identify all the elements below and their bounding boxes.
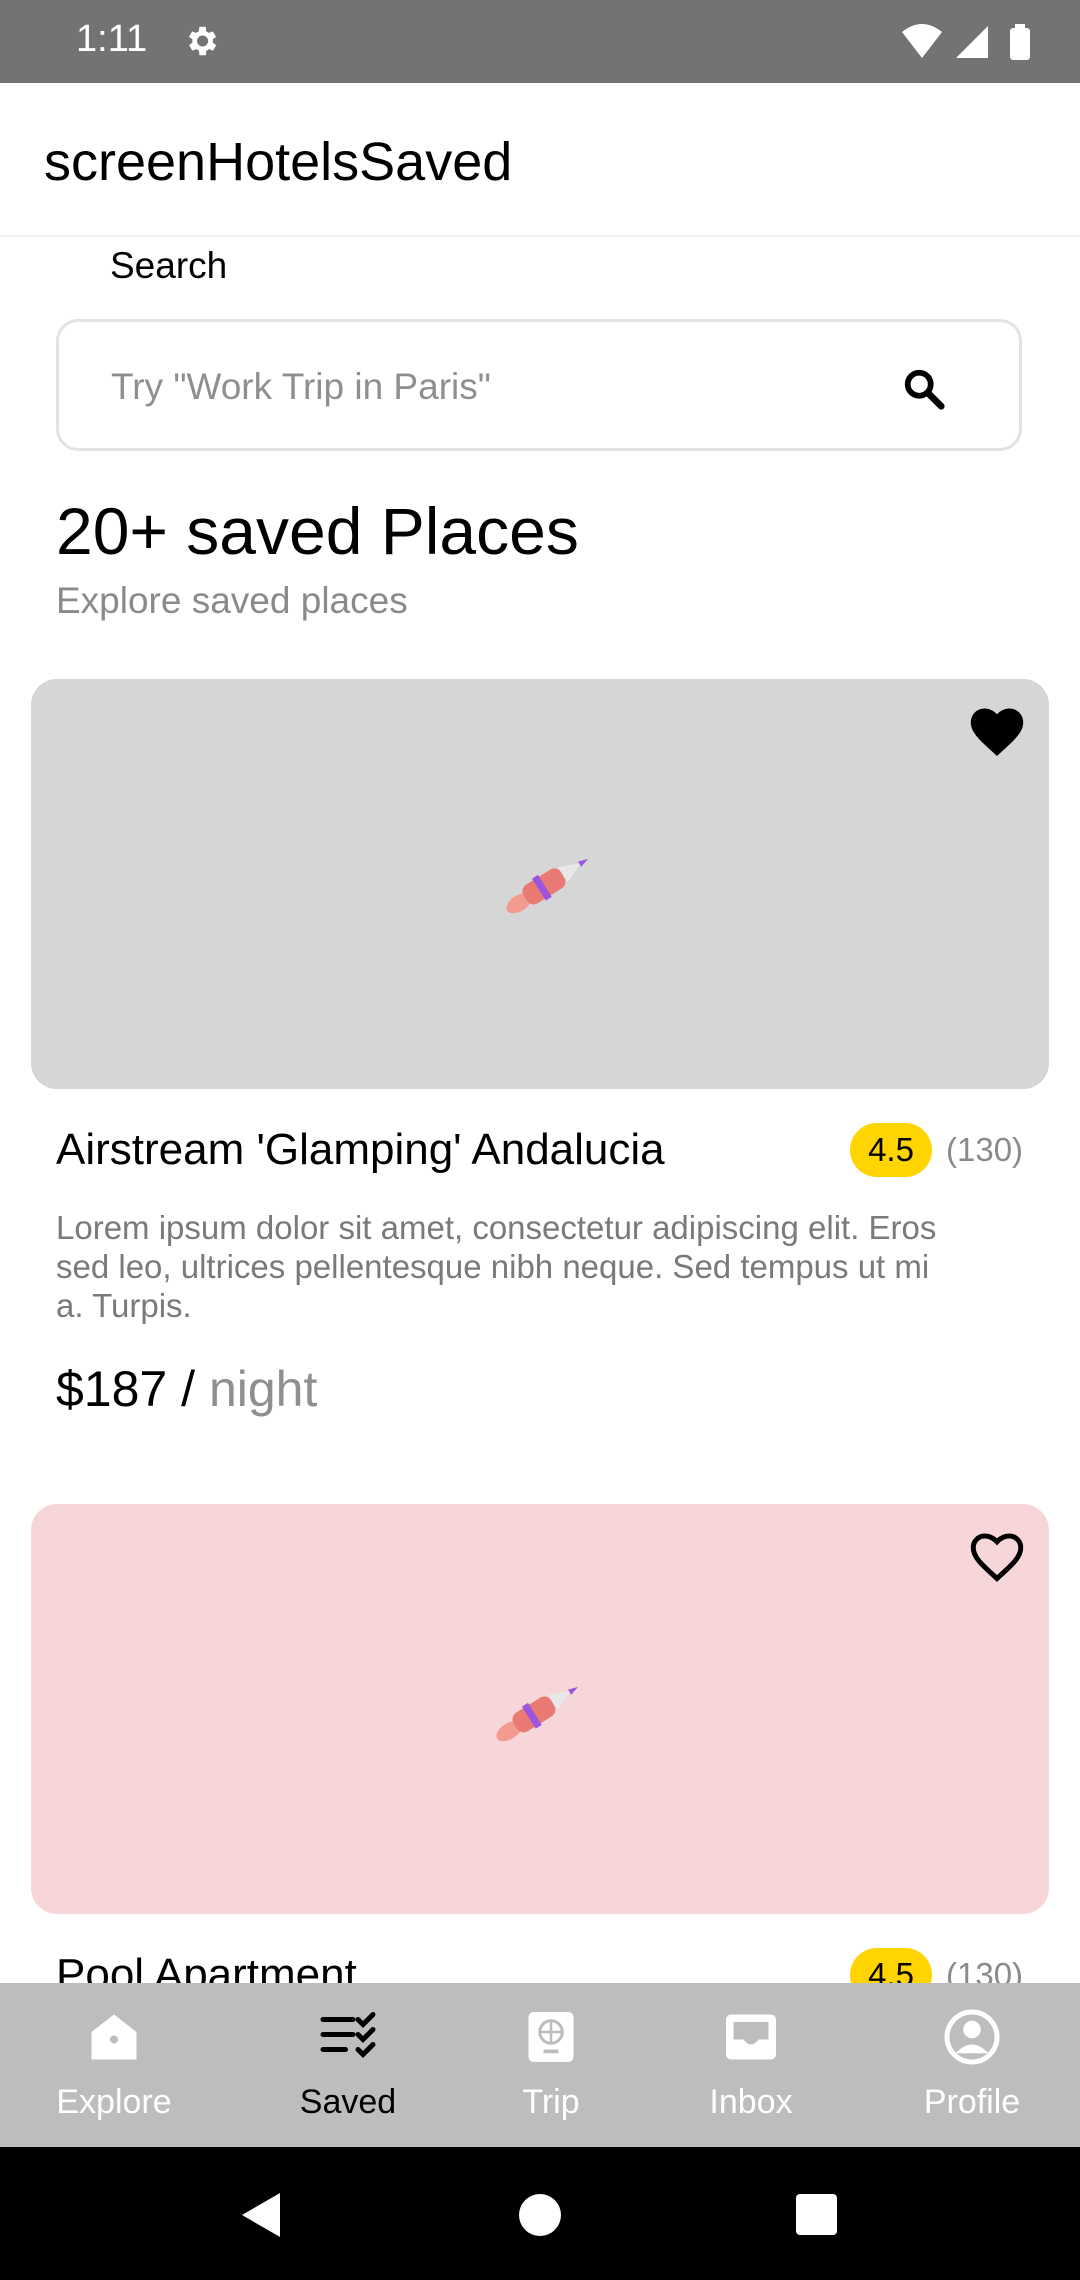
passport-icon [528,2012,574,2062]
app-bar: screenHotelsSaved [0,83,1080,237]
heart-outline-icon[interactable] [967,1528,1027,1584]
battery-icon [1010,28,1030,60]
back-icon[interactable] [222,2147,302,2280]
place-name[interactable]: Airstream 'Glamping' Andalucia [56,1125,665,1175]
system-navigation-bar [0,2147,1080,2280]
nav-item-explore[interactable]: Explore [6,1983,222,2147]
status-time: 1:11 [76,18,148,60]
nav-label: Explore [56,2083,172,2121]
price-separator: / [181,1361,196,1417]
place-image[interactable] [31,679,1049,1089]
rating-badge: 4.5 [850,1123,932,1177]
review-count: (130) [946,1131,1024,1168]
signal-icon [956,26,988,58]
place-description: Lorem ipsum dolor sit amet, consectetur … [56,1209,937,1324]
inbox-icon [726,2014,776,2060]
nav-item-profile[interactable]: Profile [864,1983,1080,2147]
saved-list-icon [320,2012,376,2059]
nav-label: Inbox [709,2083,793,2121]
home-button-icon[interactable] [500,2147,580,2280]
price-value: $187 [56,1361,168,1417]
saved-places-heading: 20+ saved Places [56,494,579,568]
recents-icon[interactable] [778,2147,858,2280]
nav-label: Saved [299,2083,397,2121]
search-input[interactable]: Try "Work Trip in Paris" [56,319,1022,451]
search-label: Search [110,245,228,286]
rocket-icon [496,1686,579,1742]
profile-icon [944,2009,1000,2065]
status-bar: 1:11 [0,0,1080,83]
search-placeholder: Try "Work Trip in Paris" [111,366,491,407]
home-icon [91,2014,137,2060]
page-title: screenHotelsSaved [44,132,513,192]
nav-label: Trip [522,2083,580,2121]
settings-gear-icon [188,26,217,56]
nav-item-saved[interactable]: Saved [240,1983,456,2147]
status-icons [902,24,1030,60]
heart-filled-icon[interactable] [967,703,1027,759]
search-icon[interactable] [901,366,947,412]
saved-places-subheading: Explore saved places [56,580,408,621]
rocket-icon [506,858,589,914]
nav-label: Profile [923,2083,1021,2121]
nav-item-trip[interactable]: Trip [443,1983,659,2147]
place-image[interactable] [31,1504,1049,1914]
wifi-icon [902,24,942,58]
nav-item-inbox[interactable]: Inbox [643,1983,859,2147]
price-unit: night [208,1361,318,1417]
place-price: $187 / night [56,1360,317,1418]
bottom-navigation: Explore Saved Trip Inbox Profile [0,1983,1080,2147]
